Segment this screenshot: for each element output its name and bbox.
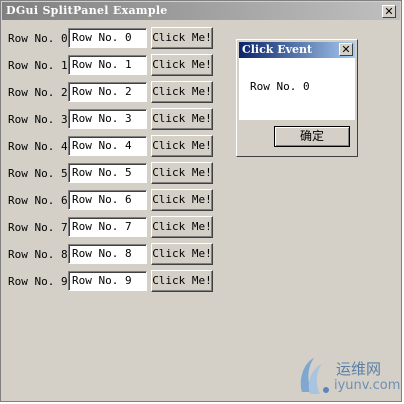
row-label: Row No. 2: [8, 86, 68, 99]
click-me-button[interactable]: Click Me!: [151, 189, 213, 211]
ok-button[interactable]: 确定: [274, 126, 350, 147]
window-title: DGui SplitPanel Example: [6, 4, 168, 17]
row-text-field[interactable]: Row No. 7: [68, 217, 147, 237]
window-titlebar[interactable]: DGui SplitPanel Example ✕: [2, 2, 400, 20]
row-label: Row No. 7: [8, 221, 68, 234]
click-me-button[interactable]: Click Me!: [151, 243, 213, 265]
click-me-button[interactable]: Click Me!: [151, 108, 213, 130]
close-icon[interactable]: ✕: [382, 5, 396, 18]
row-label: Row No. 5: [8, 167, 68, 180]
click-me-button[interactable]: Click Me!: [151, 162, 213, 184]
dialog-titlebar[interactable]: Click Event ✕: [239, 42, 355, 58]
row-label: Row No. 1: [8, 59, 68, 72]
watermark-text-cn: 运维网: [336, 360, 382, 378]
click-me-button[interactable]: Click Me!: [151, 27, 213, 49]
row-text-field[interactable]: Row No. 2: [68, 82, 147, 102]
row-label: Row No. 9: [8, 275, 68, 288]
click-me-button[interactable]: Click Me!: [151, 270, 213, 292]
dialog-body: Row No. 0: [239, 58, 355, 120]
row-label: Row No. 6: [8, 194, 68, 207]
row-text-field[interactable]: Row No. 4: [68, 136, 147, 156]
click-event-dialog: Click Event ✕ Row No. 0 确定: [236, 39, 358, 157]
click-me-button[interactable]: Click Me!: [151, 216, 213, 238]
watermark-logo-icon: [300, 358, 329, 394]
row-label: Row No. 4: [8, 140, 68, 153]
dialog-message: Row No. 0: [250, 80, 310, 93]
click-me-button[interactable]: Click Me!: [151, 81, 213, 103]
watermark-text-url: iyunv.com: [334, 378, 401, 393]
watermark: 运维网 iyunv.com: [296, 352, 400, 400]
click-me-button[interactable]: Click Me!: [151, 54, 213, 76]
row-text-field[interactable]: Row No. 6: [68, 190, 147, 210]
dialog-close-icon[interactable]: ✕: [339, 43, 353, 56]
row-label: Row No. 3: [8, 113, 68, 126]
row-label: Row No. 8: [8, 248, 68, 261]
row-text-field[interactable]: Row No. 8: [68, 244, 147, 264]
row-text-field[interactable]: Row No. 3: [68, 109, 147, 129]
click-me-button[interactable]: Click Me!: [151, 135, 213, 157]
row-text-field[interactable]: Row No. 0: [68, 28, 147, 48]
row-text-field[interactable]: Row No. 5: [68, 163, 147, 183]
row-label: Row No. 0: [8, 32, 68, 45]
row-text-field[interactable]: Row No. 9: [68, 271, 147, 291]
main-window: DGui SplitPanel Example ✕ Row No. 0 Row N…: [0, 0, 402, 402]
dialog-title: Click Event: [242, 43, 313, 56]
row-text-field[interactable]: Row No. 1: [68, 55, 147, 75]
